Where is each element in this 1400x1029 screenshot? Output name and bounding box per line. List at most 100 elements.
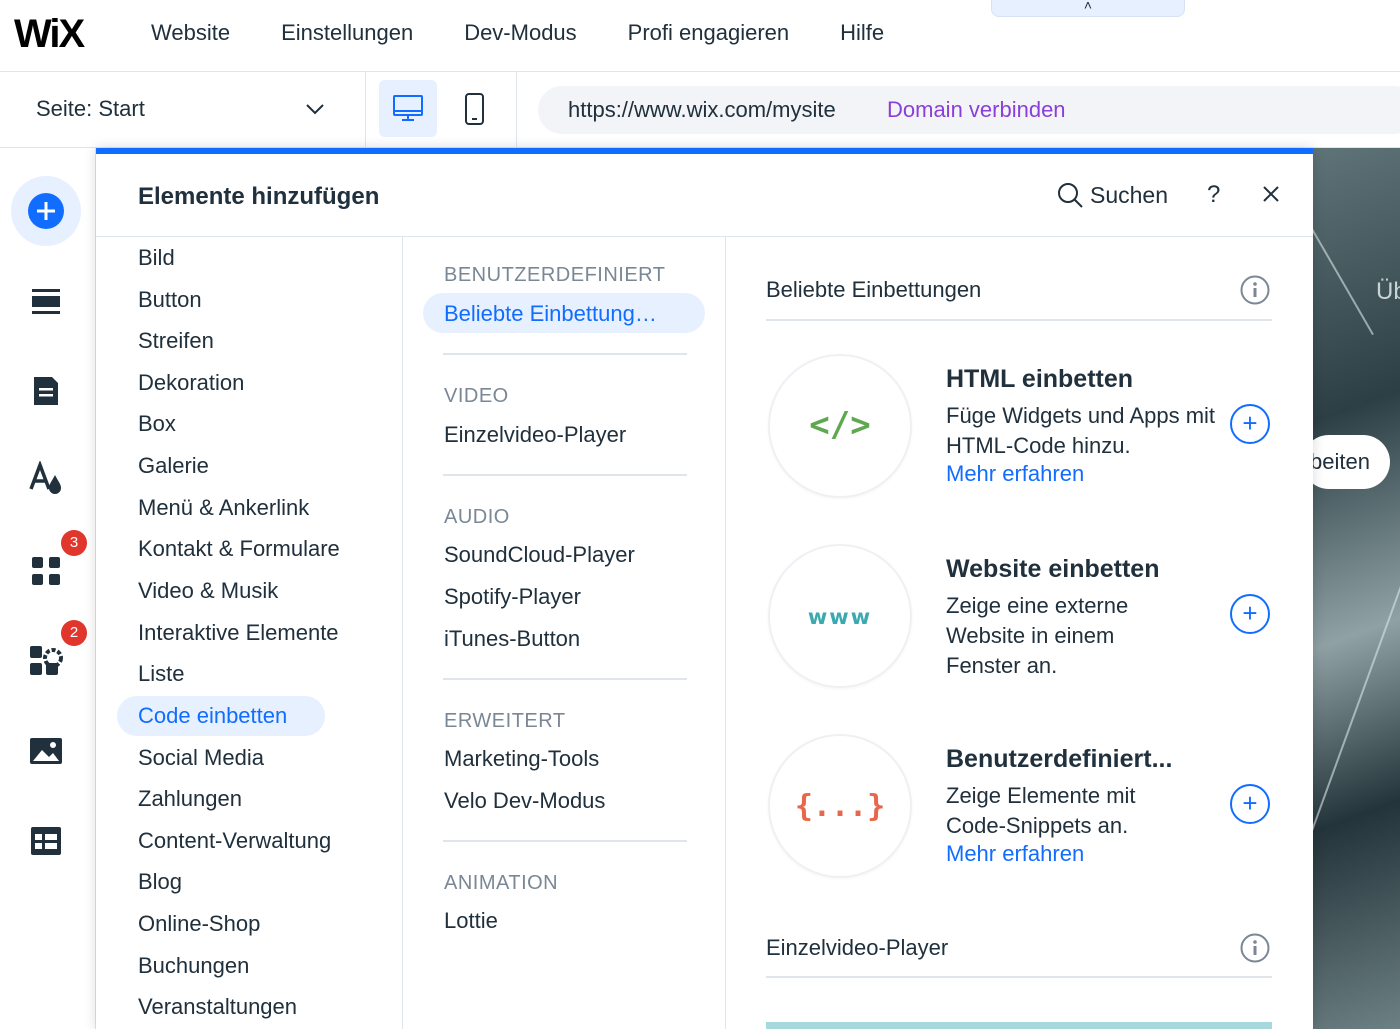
subcategory-list: BENUTZERDEFINIERT Beliebte Einbettung… V… (403, 237, 726, 1029)
page-selector-label: Seite: Start (36, 96, 145, 121)
category-item[interactable]: Veranstaltungen (138, 994, 297, 1020)
website-embed-thumbnail[interactable]: www (768, 544, 912, 688)
desktop-icon (393, 95, 423, 121)
subcategory-item[interactable]: Lottie (444, 908, 498, 934)
category-item[interactable]: Button (138, 287, 202, 313)
connect-domain-link[interactable]: Domain verbinden (887, 97, 1066, 123)
cms-button[interactable] (11, 806, 81, 876)
section-title: ANIMATION (444, 872, 559, 894)
desktop-view-button[interactable] (379, 80, 437, 137)
group-title: Beliebte Einbettungen (766, 277, 982, 302)
www-glyph: www (808, 605, 872, 629)
category-item[interactable]: Social Media (138, 745, 264, 771)
site-preview-canvas[interactable]: Üb beiten (1312, 148, 1400, 1029)
category-item[interactable]: Zahlungen (138, 786, 242, 812)
learn-more-link[interactable]: Mehr erfahren (946, 841, 1084, 867)
preview-heading-fragment: Üb (1376, 278, 1400, 305)
www-icon: www (808, 605, 872, 629)
preview-button[interactable]: beiten (1312, 435, 1390, 489)
category-item[interactable]: Liste (138, 661, 184, 687)
section-divider (443, 840, 687, 842)
subcategory-item[interactable]: Marketing-Tools (444, 746, 599, 772)
chevron-down-icon (306, 104, 324, 115)
category-item[interactable]: Online-Shop (138, 911, 260, 937)
design-button[interactable] (11, 444, 81, 514)
subcategory-item-active[interactable]: Beliebte Einbettung… (444, 301, 657, 327)
category-item[interactable]: Blog (138, 869, 182, 895)
learn-more-link[interactable]: Mehr erfahren (946, 461, 1084, 487)
subcategory-item[interactable]: SoundCloud-Player (444, 542, 635, 568)
top-nav: Website Einstellungen Dev-Modus Profi en… (151, 20, 935, 46)
subcategory-item[interactable]: Velo Dev-Modus (444, 788, 605, 814)
close-icon[interactable] (1259, 182, 1283, 206)
category-item[interactable]: Content-Verwaltung (138, 828, 331, 854)
info-icon[interactable] (1240, 275, 1270, 305)
add-html-embed-button[interactable]: + (1230, 404, 1270, 444)
sections-button[interactable] (11, 266, 81, 336)
wix-logo[interactable]: WiX (14, 12, 85, 57)
card-title[interactable]: HTML einbetten (946, 365, 1133, 394)
section-title: AUDIO (444, 506, 510, 528)
add-elements-button[interactable] (11, 176, 81, 246)
section-divider (443, 474, 687, 476)
apps-icon (32, 557, 60, 585)
info-icon[interactable] (1240, 933, 1270, 963)
custom-element-thumbnail[interactable]: {...} (768, 734, 912, 878)
category-item[interactable]: Bild (138, 245, 175, 271)
collapse-toolbar-tab[interactable]: ˄ (991, 0, 1185, 17)
category-item[interactable]: Galerie (138, 453, 209, 479)
category-item[interactable]: Menü & Ankerlink (138, 495, 309, 521)
nav-dev-mode[interactable]: Dev-Modus (464, 20, 576, 46)
page-toolbar: Seite: Start https://www.wix.com/mysite … (0, 72, 1400, 148)
card-title[interactable]: Benutzerdefiniert... (946, 745, 1172, 774)
category-item[interactable]: Video & Musik (138, 578, 278, 604)
preview-decoration (1312, 160, 1374, 336)
category-item[interactable]: Buchungen (138, 953, 249, 979)
section-title: ERWEITERT (444, 710, 566, 732)
apps-notification-badge: 3 (61, 530, 87, 556)
code-brackets-icon: </> (809, 405, 870, 445)
category-list: Bild Button Streifen Dekoration Box Gale… (96, 237, 403, 1029)
add-website-embed-button[interactable]: + (1230, 594, 1270, 634)
card-title[interactable]: Website einbetten (946, 555, 1159, 584)
panel-header: Elemente hinzufügen Suchen ? (96, 154, 1313, 237)
search-button[interactable]: Suchen (1056, 181, 1168, 209)
category-item[interactable]: Interaktive Elemente (138, 620, 339, 646)
panel-title: Elemente hinzufügen (138, 183, 380, 210)
nav-help[interactable]: Hilfe (840, 20, 884, 46)
subcategory-item[interactable]: Einzelvideo-Player (444, 422, 626, 448)
nav-hire-pro[interactable]: Profi engagieren (628, 20, 789, 46)
subcategory-item[interactable]: iTunes-Button (444, 626, 580, 652)
group-title: Einzelvideo-Player (766, 935, 949, 960)
page-selector[interactable]: Seite: Start (0, 72, 366, 147)
url-bar: https://www.wix.com/mysite Domain verbin… (538, 86, 1400, 134)
code-brackets-glyph: </> (809, 405, 870, 445)
category-item[interactable]: Box (138, 411, 176, 437)
theme-icon (29, 461, 61, 494)
device-toggle (366, 72, 517, 147)
card-description: Zeige Elemente mit Code-Snippets an. (946, 783, 1136, 838)
category-item[interactable]: Dekoration (138, 370, 244, 396)
category-item-active[interactable]: Code einbetten (138, 703, 287, 729)
video-player-thumbnail[interactable] (766, 1022, 1272, 1029)
media-button[interactable] (11, 716, 81, 786)
pages-button[interactable] (11, 356, 81, 426)
help-button[interactable]: ? (1207, 181, 1220, 209)
section-title: VIDEO (444, 385, 509, 407)
add-custom-element-button[interactable]: + (1230, 784, 1270, 824)
table-icon (31, 827, 61, 855)
html-embed-thumbnail[interactable]: </> (768, 354, 912, 498)
nav-settings[interactable]: Einstellungen (281, 20, 413, 46)
category-item[interactable]: Streifen (138, 328, 214, 354)
card-description: Füge Widgets und Apps mit HTML-Code hinz… (946, 403, 1216, 458)
business-apps-icon (30, 646, 63, 675)
element-preview-list: Beliebte Einbettungen </> HTML einbetten… (726, 237, 1313, 1029)
mobile-view-button[interactable] (445, 80, 503, 137)
category-item[interactable]: Kontakt & Formulare (138, 536, 340, 562)
subcategory-item[interactable]: Spotify-Player (444, 584, 581, 610)
left-tool-rail: 3 2 (0, 148, 96, 1029)
nav-website[interactable]: Website (151, 20, 230, 46)
sections-icon (32, 289, 60, 314)
add-elements-panel: Elemente hinzufügen Suchen ? Bild Button… (96, 148, 1313, 1029)
search-label: Suchen (1090, 181, 1169, 208)
